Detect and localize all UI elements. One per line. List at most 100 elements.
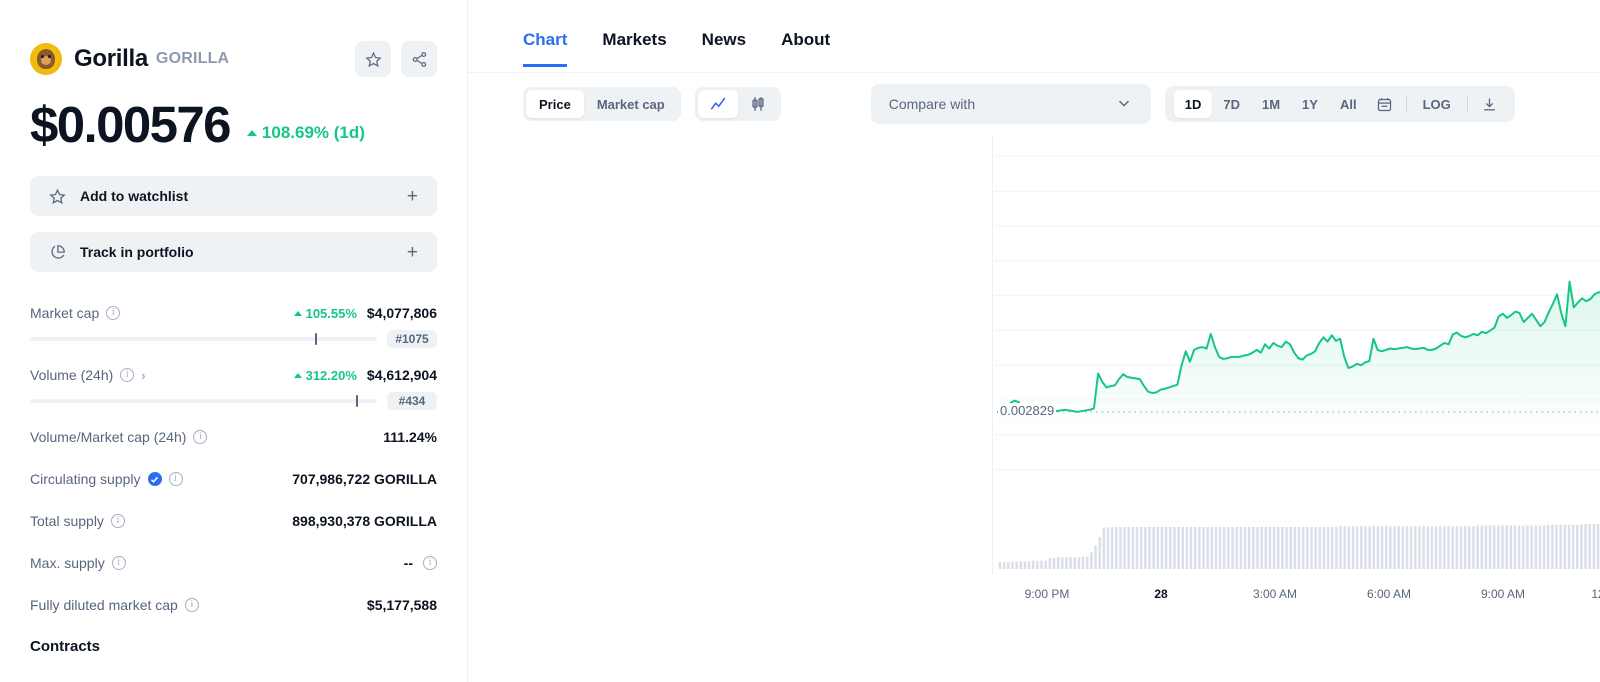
info-icon[interactable]: i [120, 368, 135, 382]
calendar-range-button[interactable] [1368, 96, 1401, 113]
plus-icon: + [406, 241, 418, 263]
star-icon [49, 188, 66, 204]
stat-values: 105.55% $4,077,806 [293, 305, 437, 321]
coin-statistics: Market cap i 105.55% $4,077,806 #1075 Vo… [30, 302, 437, 655]
tab-about[interactable]: About [781, 0, 830, 67]
price-block: $0.00576 108.69% (1d) [30, 99, 437, 150]
metric-toggle-group: Price Market cap [523, 87, 681, 121]
range-1y[interactable]: 1Y [1291, 90, 1329, 118]
range-7d[interactable]: 7D [1212, 90, 1251, 118]
x-axis-tick: 6:00 AM [1366, 587, 1412, 601]
info-icon[interactable]: i [110, 514, 125, 528]
stat-label: Volume/Market cap (24h) i [30, 429, 208, 445]
info-icon[interactable]: i [184, 598, 199, 612]
plus-icon: + [406, 185, 418, 207]
add-to-watchlist-button[interactable]: Add to watchlist + [30, 176, 437, 216]
chevron-down-icon [1115, 94, 1133, 115]
chart-type-toggle-group [694, 87, 781, 121]
x-axis-tick: 28 [1154, 587, 1168, 601]
volume-rank-bar: #434 [30, 392, 437, 410]
info-icon[interactable]: i [168, 472, 183, 486]
stat-label: Total supply i [30, 513, 125, 529]
x-axis-tick: 9:00 AM [1480, 587, 1526, 601]
market-cap-rank: #1075 [387, 330, 437, 348]
volume-label: Volume (24h) [30, 367, 114, 383]
share-button[interactable] [401, 41, 437, 77]
tab-news[interactable]: News [702, 0, 746, 67]
volume-change: 312.20% [293, 368, 357, 383]
coin-info-sidebar: Gorilla GORILLA $0.00576 108.69% (1d) Ad… [0, 0, 468, 682]
stat-values: 312.20% $4,612,904 [293, 367, 437, 383]
range-1d[interactable]: 1D [1173, 90, 1213, 118]
candlestick-icon [752, 97, 764, 111]
market-cap-rank-bar: #1075 [30, 330, 437, 348]
log-scale-button[interactable]: LOG [1412, 90, 1462, 118]
caret-up-icon [293, 372, 302, 378]
volume-rank: #434 [387, 392, 437, 410]
caret-up-icon [246, 130, 257, 136]
info-icon[interactable]: i [111, 556, 126, 570]
stat-max-supply: Max. supply i -- i [30, 552, 437, 574]
stat-volume-market-cap: Volume/Market cap (24h) i 111.24% [30, 426, 437, 448]
stat-values: 898,930,378 GORILLA [292, 513, 437, 529]
max-supply-value: -- [403, 555, 413, 571]
contracts-section-title: Contracts [30, 638, 101, 655]
share-icon [412, 51, 426, 67]
download-chart-button[interactable] [1473, 96, 1506, 113]
volume-value: $4,612,904 [366, 367, 437, 383]
chart-type-line-button[interactable] [697, 90, 738, 118]
circulating-supply-value: 707,986,722 GORILLA [292, 471, 437, 487]
total-supply-label: Total supply [30, 513, 104, 529]
info-icon[interactable]: i [193, 430, 208, 444]
pie-chart-icon [51, 244, 65, 259]
x-axis-tick: 9:00 PM [1024, 587, 1070, 601]
info-icon[interactable]: i [106, 306, 121, 320]
line-chart-icon [710, 97, 726, 110]
tab-markets[interactable]: Markets [602, 0, 666, 67]
metric-option-price[interactable]: Price [526, 90, 584, 118]
stat-circulating-supply: Circulating supply i 707,986,722 GORILLA [30, 468, 437, 490]
gorilla-logo-icon [30, 43, 62, 75]
market-cap-value: $4,077,806 [366, 305, 437, 321]
progress-track [30, 333, 377, 345]
market-cap-label: Market cap [30, 305, 100, 321]
price-change-badge: 108.69% (1d) [246, 123, 365, 143]
compare-with-dropdown[interactable]: Compare with [870, 84, 1151, 124]
header-actions [355, 41, 437, 77]
range-1m[interactable]: 1M [1251, 90, 1291, 118]
chart-plot[interactable]: 0.002829 CoinMarketCap [992, 135, 1600, 575]
chart-panel: Chart Markets News About Price Market ca… [468, 0, 1600, 682]
stat-volume-24h: Volume (24h) i › 312.20% $4,612,904 [30, 364, 437, 386]
volume-bars [998, 524, 1600, 569]
stat-fully-diluted-market-cap: Fully diluted market cap i $5,177,588 [30, 594, 437, 616]
calendar-icon [1377, 97, 1391, 111]
price-chart: 0.002829 CoinMarketCap 0.00200.00250.003… [992, 135, 1600, 635]
low-price-label: 0.002829 [998, 402, 1057, 418]
verified-badge-icon [147, 472, 162, 486]
stat-label: Volume (24h) i › [30, 367, 146, 383]
current-price: $0.00576 [30, 96, 232, 153]
caret-up-icon [293, 310, 302, 316]
chevron-right-icon[interactable]: › [141, 368, 145, 383]
fdmc-value: $5,177,588 [366, 597, 437, 613]
watchlist-star-button[interactable] [355, 41, 391, 77]
chart-type-candles-button[interactable] [738, 90, 778, 118]
divider [1466, 95, 1468, 113]
chart-toolbar: Price Market cap Compare with 1D 7D 1M 1… [468, 73, 1600, 135]
stat-market-cap: Market cap i 105.55% $4,077,806 [30, 302, 437, 324]
x-axis-tick: 3:00 AM [1252, 587, 1298, 601]
stat-label: Fully diluted market cap i [30, 597, 199, 613]
metric-option-market-cap[interactable]: Market cap [584, 90, 678, 118]
x-axis: 9:00 PM283:00 AM6:00 AM9:00 AM12:00 PM3:… [992, 579, 1600, 609]
total-supply-value: 898,930,378 GORILLA [292, 513, 437, 529]
tab-chart[interactable]: Chart [523, 0, 568, 67]
info-icon[interactable]: i [423, 556, 437, 570]
vol-mcap-label: Volume/Market cap (24h) [30, 429, 187, 445]
market-cap-change: 105.55% [293, 306, 357, 321]
stat-label: Circulating supply i [30, 471, 183, 487]
track-in-portfolio-button[interactable]: Track in portfolio + [30, 232, 437, 272]
stat-label: Market cap i [30, 305, 121, 321]
x-axis-tick: 12:00 PM [1591, 587, 1600, 601]
stat-label: Max. supply i [30, 555, 126, 571]
range-all[interactable]: All [1329, 90, 1368, 118]
